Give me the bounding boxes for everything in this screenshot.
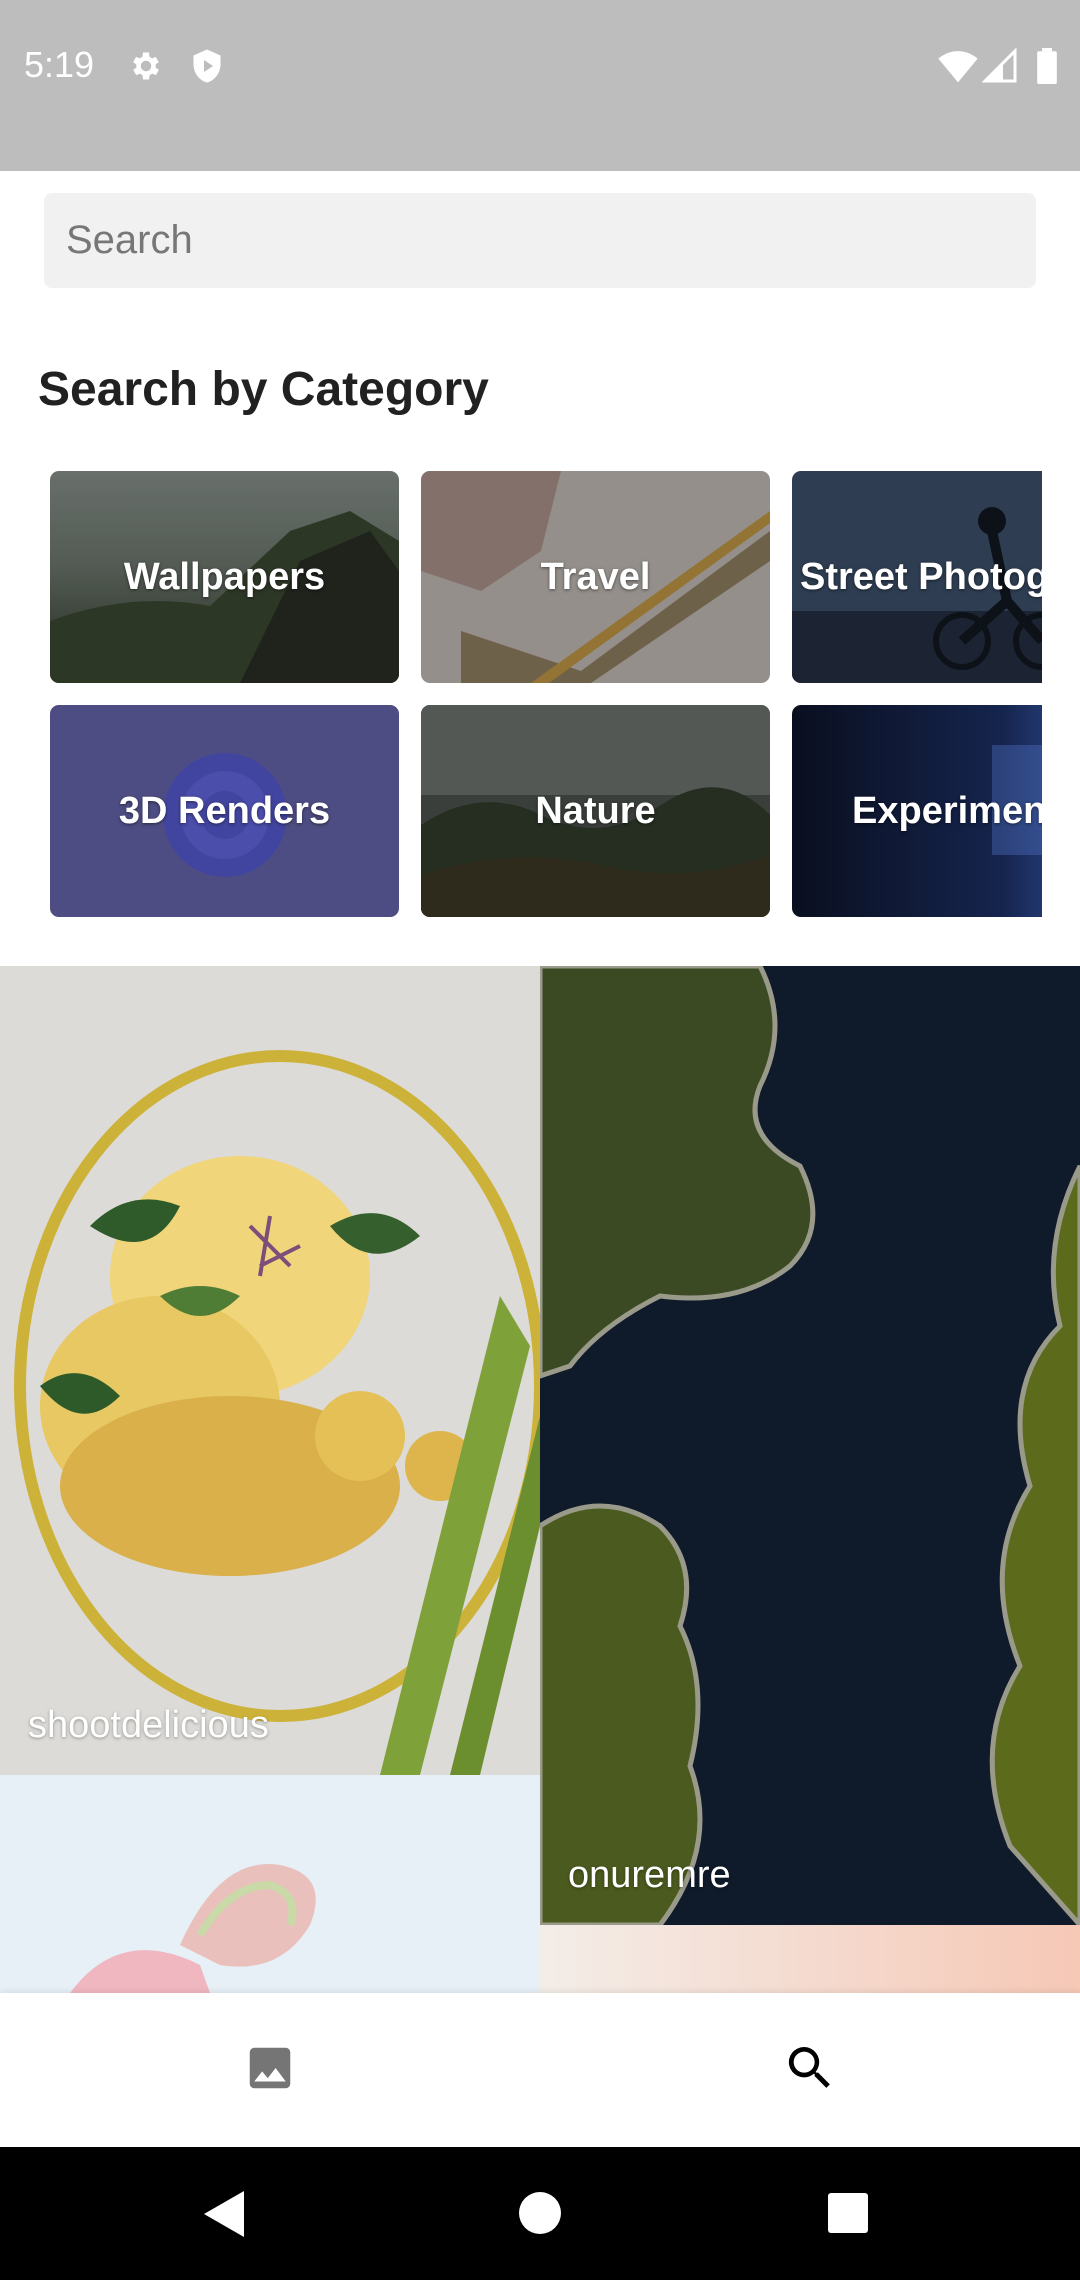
food-photo [0,966,540,1775]
photo-card[interactable]: shootdelicious [0,966,540,1775]
photo-card[interactable]: onuremre [540,966,1080,1925]
category-label: Experimental [852,789,1042,832]
aerial-photo [540,966,1080,1925]
status-time: 5:19 [24,44,95,85]
category-label: Wallpapers [123,555,326,598]
category-row: Wallpapers Travel Street Photography [0,471,1042,683]
category-label: Nature [535,789,656,832]
photo-card[interactable] [540,1925,1080,1993]
bottom-navigation [0,1993,1080,2147]
settings-icon [128,48,164,89]
flower-photo [0,1775,540,1993]
section-title: Search by Category [38,363,489,416]
photo-credit: onuremre [568,1854,731,1896]
category-label: Street Photography [800,555,1042,598]
signal-icon [981,47,1018,89]
search-input[interactable] [44,193,1036,288]
category-tile-3d-renders[interactable]: 3D Renders [50,705,399,917]
category-tile-wallpapers[interactable]: Wallpapers [50,471,399,683]
category-row: 3D Renders Nature Experimental [0,705,1042,917]
wifi-icon [938,48,978,89]
photo-credit: shootdelicious [28,1704,269,1746]
search-icon [782,2040,838,2101]
category-label: 3D Renders [118,789,331,832]
nav-photos-tab[interactable] [0,1993,540,2147]
category-tile-travel[interactable]: Travel [421,471,770,683]
home-icon[interactable] [517,2190,563,2241]
battery-icon [1036,48,1058,89]
nav-search-tab[interactable] [540,1993,1080,2147]
category-label: Travel [540,555,651,598]
system-navigation-bar [0,2147,1080,2280]
category-tile-experimental[interactable]: Experimental [792,705,1042,917]
category-tile-nature[interactable]: Nature [421,705,770,917]
image-icon [243,2041,297,2100]
photo-card[interactable] [0,1775,540,1993]
back-icon[interactable] [200,2189,246,2244]
recents-icon[interactable] [827,2192,869,2239]
status-bar: 5:19 [0,0,1080,171]
sunset-photo [540,1925,1080,1993]
category-tile-street-photography[interactable]: Street Photography [792,471,1042,683]
shield-play-icon [189,48,225,89]
